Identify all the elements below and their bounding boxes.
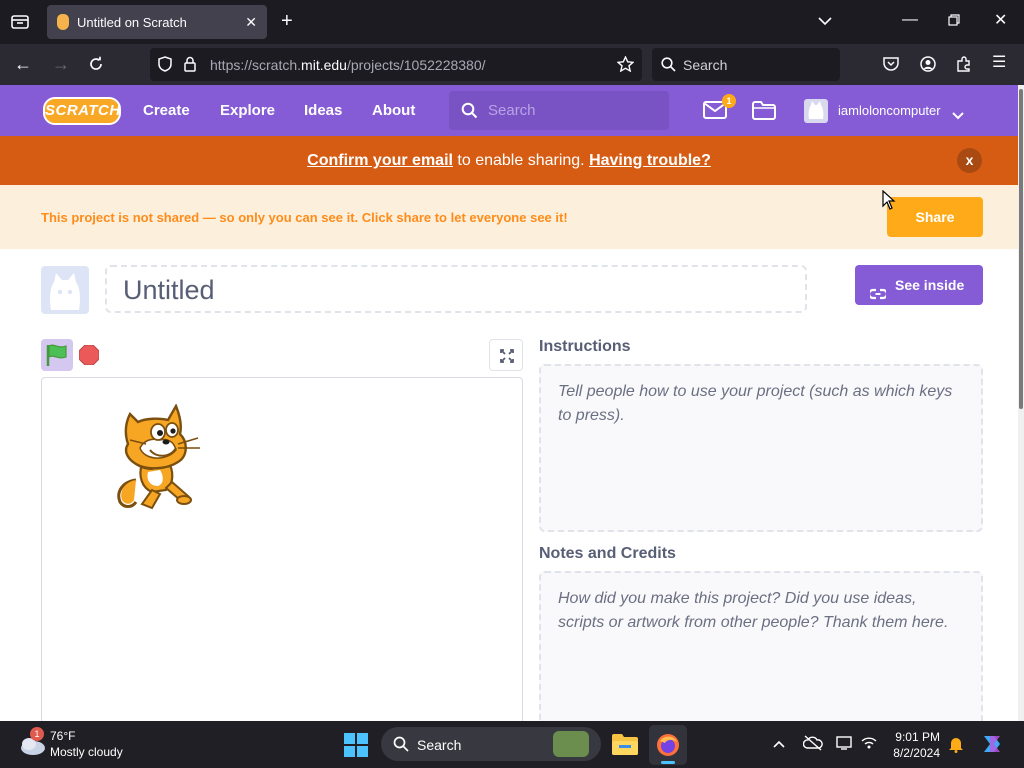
browser-tab-bar: Untitled on Scratch ✕ + — ✕ [0,0,1024,44]
weather-badge: 1 [30,727,44,741]
browser-search-box[interactable]: Search [652,48,840,81]
user-avatar[interactable] [804,99,828,123]
confirm-email-link[interactable]: Confirm your email [307,152,453,169]
scratch-header: SCRATCH Create Explore Ideas About Searc… [0,85,1018,136]
see-inside-label: See inside [895,277,965,293]
nav-explore[interactable]: Explore [220,102,275,119]
extensions-icon[interactable] [956,56,972,76]
close-banner-button[interactable]: x [957,148,982,173]
instructions-textarea[interactable]: Tell people how to use your project (suc… [539,364,983,532]
see-inside-icon [867,277,889,317]
search-icon [661,57,676,76]
mouse-cursor-icon [882,189,896,215]
not-shared-message: This project is not shared — so only you… [41,210,568,225]
lock-icon[interactable] [184,56,196,76]
search-icon [461,102,478,124]
browser-search-placeholder: Search [683,57,728,73]
notification-bell-icon[interactable] [948,735,964,758]
restore-icon[interactable] [948,14,960,30]
scratch-cat-sprite [117,404,200,510]
back-icon[interactable]: ← [14,55,32,73]
menu-icon[interactable]: ☰ [992,55,1006,71]
weather-temperature: 76°F [50,729,76,743]
clock-date: 8/2/2024 [893,746,940,760]
fullscreen-button[interactable] [489,339,523,371]
pocket-icon[interactable] [883,56,899,75]
scrollbar-thumb[interactable] [1019,89,1023,409]
see-inside-button[interactable]: See inside [855,265,983,305]
taskbar-clock[interactable]: 9:01 PM 8/2/2024 [890,729,940,761]
my-stuff-folder-icon[interactable] [752,101,776,125]
nav-about[interactable]: About [372,102,415,119]
project-stage[interactable] [41,377,523,737]
green-flag-icon [46,344,67,366]
stop-button[interactable] [78,344,100,366]
account-icon[interactable] [920,56,936,76]
notes-credits-placeholder: How did you make this project? Did you u… [558,590,949,631]
clock-time: 9:01 PM [895,730,940,744]
share-button[interactable]: Share [887,197,983,237]
new-tab-icon[interactable]: + [281,11,293,31]
message-count-badge: 1 [722,94,736,108]
weather-widget[interactable]: 1 76°F Mostly cloudy [18,727,138,762]
active-app-indicator [661,761,675,764]
firefox-icon [657,734,679,756]
instructions-label: Instructions [539,338,631,355]
reload-icon[interactable] [88,56,104,76]
confirm-email-banner: Confirm your email to enable sharing. Ha… [0,136,1018,185]
email-banner-message: Confirm your email to enable sharing. Ha… [307,152,711,169]
fullscreen-icon [500,349,514,363]
username[interactable]: iamloloncomputer [838,103,941,118]
url-text[interactable]: https://scratch.mit.edu/projects/1052228… [210,57,486,73]
taskbar-search-label: Search [417,737,462,753]
tab-list-icon[interactable] [11,14,29,34]
weather-condition: Mostly cloudy [50,745,123,759]
green-flag-button[interactable] [41,339,73,371]
bookmark-star-icon[interactable] [616,55,635,76]
scratch-search-placeholder: Search [488,102,536,119]
project-title: Untitled [123,275,215,305]
search-highlight-image [553,731,589,757]
network-icon[interactable] [860,735,878,756]
onedrive-offline-icon[interactable] [802,735,823,756]
instructions-placeholder: Tell people how to use your project (suc… [558,383,953,424]
nav-ideas[interactable]: Ideas [304,102,342,119]
windows-taskbar: 1 76°F Mostly cloudy Search 9:01 PM 8/2/… [0,721,1024,768]
display-icon[interactable] [836,735,852,756]
taskbar-search-box[interactable]: Search [381,727,601,761]
scratch-search-input[interactable]: Search [449,91,669,130]
shield-icon[interactable] [158,56,172,76]
having-trouble-link[interactable]: Having trouble? [589,152,711,169]
tab-title: Untitled on Scratch [77,14,187,30]
project-author-avatar[interactable] [41,266,89,314]
notes-credits-textarea[interactable]: How did you make this project? Did you u… [539,571,983,739]
not-shared-banner: This project is not shared — so only you… [0,185,1018,249]
browser-nav-bar: ← → https://scratch.mit.edu/projects/105… [0,44,1024,85]
page-scrollbar[interactable] [1018,85,1024,721]
copilot-icon[interactable] [980,732,1004,761]
scratch-favicon-icon [57,14,69,30]
file-explorer-icon[interactable] [611,732,639,761]
chevron-up-icon[interactable] [773,735,785,751]
close-tab-icon[interactable]: ✕ [245,14,257,31]
project-title-input[interactable]: Untitled [105,265,807,313]
chevron-down-icon[interactable] [818,14,832,30]
nav-create[interactable]: Create [143,102,190,119]
firefox-taskbar-button[interactable] [649,725,687,765]
search-icon [393,736,409,752]
scratch-logo[interactable]: SCRATCH [43,97,121,125]
url-bar[interactable]: https://scratch.mit.edu/projects/1052228… [150,48,642,81]
forward-icon[interactable]: → [52,55,70,73]
stop-sign-icon [78,344,100,366]
chevron-down-icon[interactable] [952,107,964,125]
notes-credits-label: Notes and Credits [539,545,676,562]
browser-tab[interactable]: Untitled on Scratch ✕ [47,5,267,39]
close-window-icon[interactable]: ✕ [994,13,1007,29]
minimize-icon[interactable]: — [902,12,918,28]
windows-start-icon[interactable] [344,733,368,762]
